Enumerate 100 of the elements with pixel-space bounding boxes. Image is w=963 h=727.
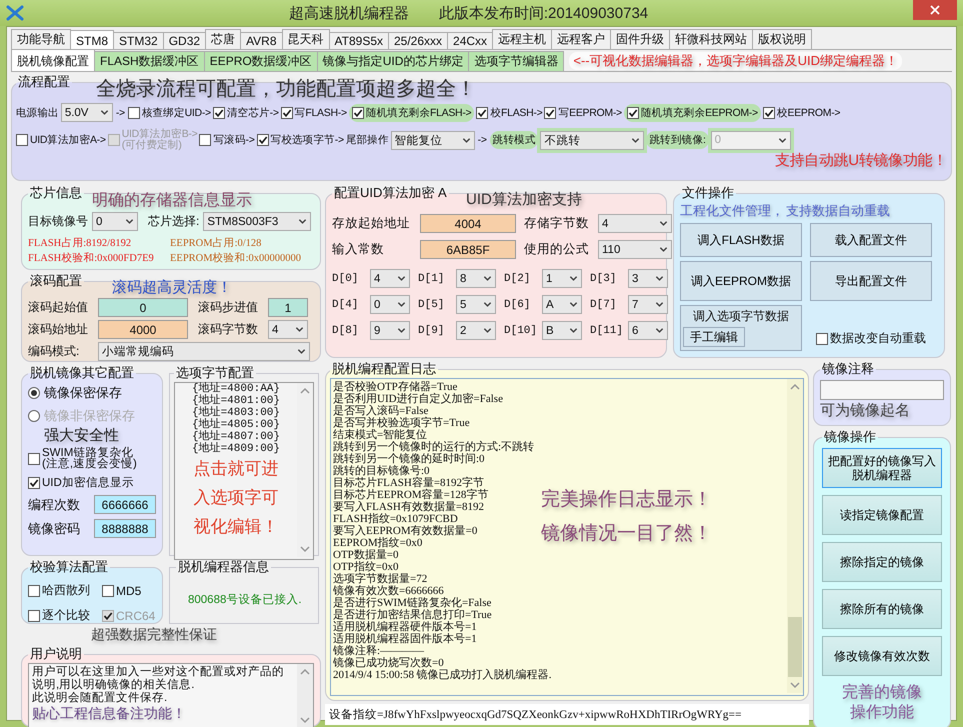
checkbox[interactable] bbox=[476, 106, 488, 118]
dropdown[interactable]: 智能复位 bbox=[390, 130, 475, 150]
dropdown[interactable]: STM8S003F3 bbox=[203, 212, 312, 231]
memory-stat: FLASH占用:8192/8192 bbox=[28, 236, 132, 250]
checkbox[interactable] bbox=[28, 610, 40, 622]
input-field[interactable]: 8888888 bbox=[94, 519, 156, 538]
check-icon bbox=[628, 108, 638, 118]
radio-button[interactable] bbox=[28, 387, 40, 399]
checkbox[interactable] bbox=[816, 332, 828, 344]
checkbox[interactable] bbox=[256, 134, 269, 146]
dropdown[interactable]: B bbox=[542, 321, 582, 340]
tab[interactable]: 镜像与指定UID的芯片绑定 bbox=[316, 51, 470, 71]
manual-edit-button[interactable]: 手工编辑 bbox=[683, 327, 745, 347]
field-label: D[9] bbox=[418, 324, 446, 336]
list-item[interactable]: {地址=4803:00} bbox=[175, 407, 297, 419]
input-field[interactable]: 6666666 bbox=[94, 495, 156, 514]
checkbox[interactable] bbox=[28, 453, 40, 465]
image-action-button[interactable]: 擦除所有的镜像 bbox=[822, 589, 942, 629]
scrollbar[interactable] bbox=[297, 664, 313, 727]
input-field[interactable] bbox=[820, 380, 944, 400]
checkbox[interactable] bbox=[352, 106, 364, 118]
dropdown[interactable]: 1 bbox=[542, 269, 582, 288]
dropdown[interactable]: 4 bbox=[370, 269, 410, 288]
checkbox[interactable] bbox=[212, 106, 225, 118]
dropdown[interactable]: 5 bbox=[456, 295, 496, 314]
checkbox-option[interactable]: 数据改变自动重载 bbox=[816, 330, 926, 347]
option-byte-list[interactable]: {地址=4800:AA} {地址=4801:00} {地址=4803:00} {地址=4805:00} {地址=4807:00} {地址=4809:00} 点击就可进 入选项字可 视化编辑！ bbox=[174, 382, 314, 560]
checkbox[interactable] bbox=[280, 106, 293, 118]
dropdown[interactable]: 0 bbox=[370, 295, 410, 314]
checkbox-option[interactable]: 写校选项字节-> bbox=[256, 133, 344, 147]
tab[interactable]: EEPRO数据缓冲区 bbox=[204, 51, 318, 71]
load-config-button[interactable]: 载入配置文件 bbox=[810, 223, 932, 257]
checkbox[interactable] bbox=[28, 476, 40, 488]
scrollbar[interactable] bbox=[787, 379, 803, 693]
input-field[interactable]: 4000 bbox=[98, 320, 188, 339]
image-action-button[interactable]: 把配置好的镜像写入脱机编程器 bbox=[822, 448, 942, 488]
checkbox-option[interactable]: 逐个比较 bbox=[28, 607, 98, 624]
dropdown[interactable]: 2 bbox=[456, 321, 496, 340]
dropdown[interactable]: 7 bbox=[628, 295, 668, 314]
tab[interactable]: FLASH数据缓冲区 bbox=[94, 51, 205, 71]
tab[interactable]: 选项字节编辑器 bbox=[468, 51, 564, 71]
dropdown[interactable]: 小端常规编码 bbox=[98, 342, 310, 361]
list-item[interactable]: {地址=4807:00} bbox=[175, 431, 297, 443]
log-line: 目标芯片FLASH容量=8192字节 bbox=[333, 477, 484, 489]
tab[interactable]: STM8 bbox=[70, 30, 114, 49]
checkbox-option[interactable]: SWIM链路复杂化 (注意,速度会变慢) bbox=[28, 448, 156, 470]
input-field[interactable]: 0 bbox=[98, 298, 188, 317]
checkbox-option[interactable]: 校FLASH-> bbox=[476, 106, 542, 120]
dropdown[interactable]: 8 bbox=[456, 269, 496, 288]
dropdown[interactable]: 5.0V bbox=[60, 103, 113, 122]
load-eeprom-button[interactable]: 调入EEPROM数据 bbox=[680, 261, 802, 301]
checkbox-option[interactable]: 写EEPROM-> bbox=[544, 106, 622, 120]
dropdown[interactable]: 4 bbox=[268, 320, 308, 339]
dropdown[interactable]: 110 bbox=[598, 240, 672, 259]
checkbox-option[interactable]: UID算法加密A-> bbox=[16, 133, 106, 147]
field-label: D[3] bbox=[590, 272, 618, 284]
image-action-button[interactable]: 修改镜像有效次数 bbox=[822, 636, 942, 676]
tab[interactable]: 脱机镜像配置 bbox=[11, 49, 95, 71]
checkbox-option[interactable]: 哈西散列 bbox=[28, 582, 98, 599]
input-field[interactable]: 6AB85F bbox=[420, 240, 516, 259]
checkbox-option[interactable]: UID加密信息显示 bbox=[28, 475, 156, 490]
radio-option[interactable]: 镜像保密保存 bbox=[28, 384, 156, 402]
checkbox-option[interactable]: 随机填充剩余FLASH-> bbox=[348, 104, 474, 122]
checkbox-option[interactable]: 随机填充剩余EEPROM-> bbox=[624, 104, 761, 122]
dropdown[interactable]: 4 bbox=[598, 214, 672, 233]
checkbox[interactable] bbox=[544, 106, 556, 118]
export-config-button[interactable]: 导出配置文件 bbox=[810, 261, 932, 301]
load-flash-button[interactable]: 调入FLASH数据 bbox=[680, 223, 802, 257]
checkbox[interactable] bbox=[762, 106, 775, 118]
checkbox[interactable] bbox=[16, 134, 28, 146]
load-option-link[interactable]: 调入选项字节数据 bbox=[693, 308, 789, 325]
checkbox-option[interactable]: MD5 bbox=[102, 582, 156, 599]
checkbox-option[interactable]: 清空芯片-> bbox=[212, 106, 279, 120]
close-button[interactable] bbox=[913, 0, 957, 20]
input-field[interactable]: 1 bbox=[268, 298, 308, 317]
input-field[interactable]: 4004 bbox=[420, 214, 516, 233]
list-item[interactable]: {地址=4805:00} bbox=[175, 419, 297, 431]
notes-field[interactable]: 用户可以在这里加入一些对这个配置或对产品的 说明,用以明确镜像的相关信息. 此说明会随配置文件保存. 贴心工程信息备注功能！ bbox=[28, 663, 314, 727]
dropdown[interactable]: 0 bbox=[92, 212, 138, 231]
dropdown[interactable]: 9 bbox=[370, 321, 410, 340]
checkbox[interactable] bbox=[28, 584, 40, 596]
list-item[interactable]: {地址=4809:00} bbox=[175, 443, 297, 455]
image-action-button[interactable]: 读指定镜像配置 bbox=[822, 495, 942, 535]
checkbox-option[interactable]: 核查绑定UID-> bbox=[128, 106, 211, 120]
dropdown[interactable]: 3 bbox=[628, 269, 668, 288]
checkbox-option[interactable]: 校EEPROM-> bbox=[762, 106, 840, 120]
checkbox[interactable] bbox=[128, 106, 140, 118]
dropdown[interactable]: 6 bbox=[628, 321, 668, 340]
dropdown[interactable]: A bbox=[542, 295, 582, 314]
checkbox-option[interactable]: 写滚码-> bbox=[199, 133, 255, 147]
list-item[interactable]: {地址=4800:AA} bbox=[175, 383, 297, 395]
checkbox[interactable] bbox=[199, 134, 212, 146]
image-action-button[interactable]: 擦除指定的镜像 bbox=[822, 542, 942, 582]
list-item[interactable]: {地址=4801:00} bbox=[175, 395, 297, 407]
checkbox[interactable] bbox=[102, 584, 114, 596]
checkbox[interactable] bbox=[626, 106, 639, 118]
checkbox-option[interactable]: 写FLASH-> bbox=[280, 106, 347, 120]
caret-icon bbox=[569, 300, 578, 309]
tab[interactable]: 功能导航 bbox=[11, 29, 71, 49]
tab[interactable]: 版权说明 bbox=[752, 29, 812, 49]
